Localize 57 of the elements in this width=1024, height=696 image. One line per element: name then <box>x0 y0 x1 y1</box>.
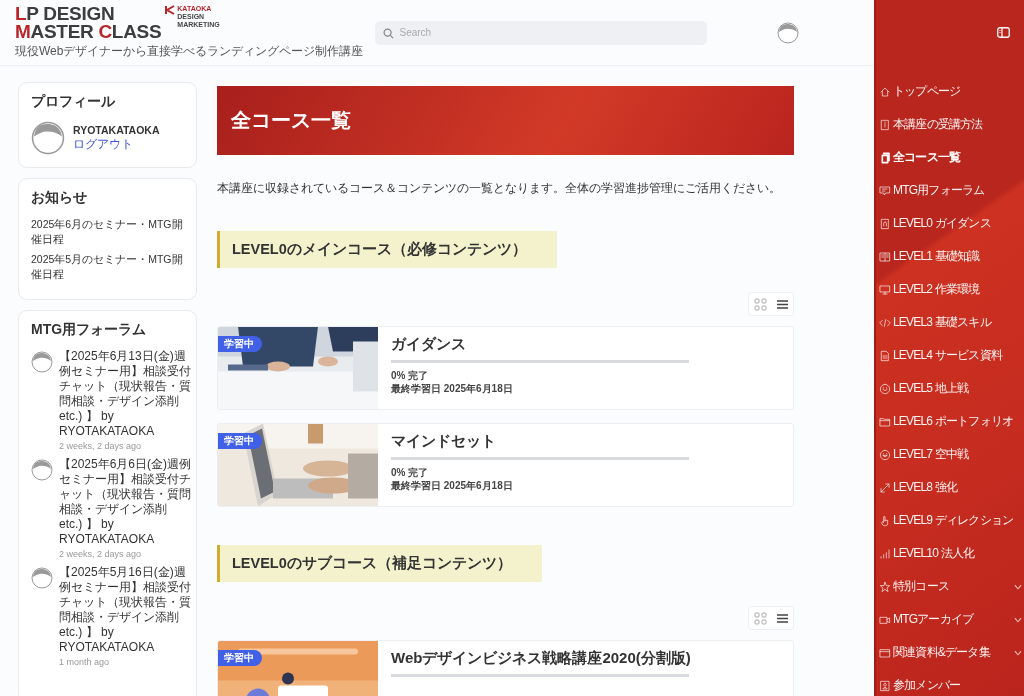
nav-item[interactable]: LEVEL9 ディレクション <box>879 504 1024 537</box>
course-title: ガイダンス <box>391 335 467 354</box>
section-heading: LEVEL0のメインコース（必修コンテンツ） <box>217 231 557 268</box>
nav-item[interactable]: LEVEL4 サービス資料 <box>879 339 1024 372</box>
forum-topic[interactable]: 【2025年5月16日(金)週例セミナー用】相談受付チャット（現状報告・質問相談・デザイン添削 etc.) 】 by RYOTAKATAOKA <box>59 565 192 655</box>
nav-item[interactable]: 参加メンバー <box>879 669 1024 696</box>
card-title: プロフィール <box>31 93 116 111</box>
logout-link[interactable]: ログアウト <box>73 135 160 153</box>
card-title: お知らせ <box>31 189 88 207</box>
last-study-date: 最終学習日 2025年6月18日 <box>391 479 514 492</box>
nav-item[interactable]: 特別コース <box>879 570 1024 603</box>
status-badge: 学習中 <box>218 650 262 666</box>
nav-item[interactable]: トップページ <box>879 75 1024 108</box>
nav-item[interactable]: LEVEL5 地上戦 <box>879 372 1024 405</box>
card-title: MTG用フォーラム <box>31 321 148 339</box>
timestamp: 2 weeks, 2 days ago <box>59 441 143 451</box>
logo-text: LASS <box>111 21 162 42</box>
logo-text: M <box>15 21 31 42</box>
tagline: 現役Webデザイナーから直接学べるランディングページ制作講座 <box>15 43 364 60</box>
forum-topic[interactable]: 【2025年6月6日(金)週例セミナー用】相談受付チャット（現状報告・質問相談・デザイン添削 etc.) 】 by RYOTAKATAOKA <box>59 457 192 547</box>
progress-text: 0% 完了 <box>391 466 430 479</box>
course-card[interactable]: 学習中 マインドセット 0% 完了 最終学習日 2025年6月18日 <box>217 423 794 507</box>
nav-item[interactable]: MTGアーカイブ <box>879 603 1024 636</box>
nav-item[interactable]: 本講座の受講方法 <box>879 108 1024 141</box>
nav-item[interactable]: MTG用フォーラム <box>879 174 1024 207</box>
nav-item[interactable]: LEVEL8 強化 <box>879 471 1024 504</box>
status-badge: 学習中 <box>218 336 262 352</box>
nav-item[interactable]: 全コース一覧 <box>879 141 1024 174</box>
timestamp: 2 weeks, 2 days ago <box>59 549 143 559</box>
page-title: 全コース一覧 <box>231 108 351 133</box>
logo-text: C <box>98 21 112 42</box>
nav-item[interactable]: LEVEL2 作業環境 <box>879 273 1024 306</box>
nav-item[interactable]: LEVEL0 ガイダンス <box>879 207 1024 240</box>
logo-text: P DESIGN <box>26 3 115 24</box>
course-card[interactable]: 学習中 Webデザインビジネス戦略講座2020(分割版) <box>217 640 794 696</box>
nav-item[interactable]: LEVEL1 基礎知識 <box>879 240 1024 273</box>
course-title: マインドセット <box>391 432 497 451</box>
logo-text: L <box>15 3 27 24</box>
last-study-date: 最終学習日 2025年6月18日 <box>391 382 514 395</box>
progress-text: 0% 完了 <box>391 369 430 382</box>
status-badge: 学習中 <box>218 433 262 449</box>
user-name: RYOTAKATAOKA <box>73 123 160 136</box>
search-field[interactable]: Search <box>375 20 708 45</box>
timestamp: 1 month ago <box>59 657 111 667</box>
logo-text: ASTER <box>30 21 95 42</box>
nav-item[interactable]: LEVEL6 ポートフォリオ <box>879 405 1024 438</box>
section-heading: LEVEL0のサブコース（補足コンテンツ） <box>217 545 542 582</box>
course-title: Webデザインビジネス戦略講座2020(分割版) <box>391 649 691 668</box>
nav-item[interactable]: LEVEL10 法人化 <box>879 537 1024 570</box>
nav-item[interactable]: LEVEL7 空中戦 <box>879 438 1024 471</box>
nav-item[interactable]: 関連資料&データ集 <box>879 636 1024 669</box>
intro-text: 本講座に収録されているコース＆コンテンツの一覧となります。全体の学習進捗管理にご活用ください。 <box>217 180 782 197</box>
forum-topic[interactable]: 【2025年6月13日(金)週例セミナー用】相談受付チャット（現状報告・質問相談・デザイン添削 etc.) 】 by RYOTAKATAOKA <box>59 349 192 439</box>
notice-link[interactable]: 2025年5月のセミナー・MTG開催日程 <box>31 252 184 282</box>
notice-link[interactable]: 2025年6月のセミナー・MTG開催日程 <box>31 217 184 247</box>
nav-item[interactable]: LEVEL3 基礎スキル <box>879 306 1024 339</box>
course-card[interactable]: 学習中 ガイダンス 0% 完了 最終学習日 2025年6月18日 <box>217 326 794 410</box>
